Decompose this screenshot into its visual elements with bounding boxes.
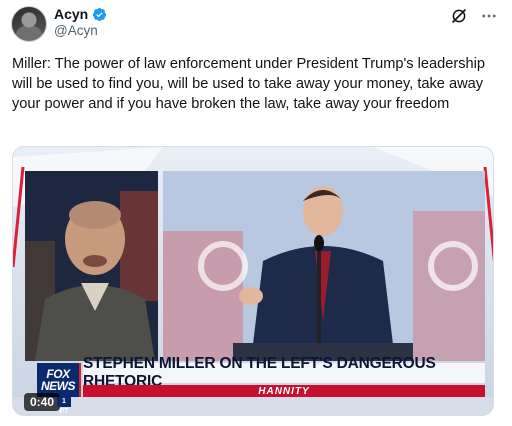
news-lower-third: FOX NEWS STEPHEN MILLER ON THE LEFT'S DA… bbox=[37, 355, 485, 397]
video-time-code: 0:40 bbox=[24, 393, 61, 411]
verified-badge-icon bbox=[93, 7, 107, 21]
author-handle[interactable]: @Acyn bbox=[54, 23, 98, 38]
grok-icon[interactable] bbox=[450, 7, 468, 25]
tweet-card[interactable]: Acyn @Acyn Miller: The power of law enfo… bbox=[0, 0, 512, 426]
author-name-row: Acyn bbox=[54, 6, 107, 22]
show-name: HANNITY bbox=[83, 385, 485, 397]
guest-video-panel bbox=[25, 171, 158, 361]
fox-news-logo: FOX NEWS bbox=[37, 363, 81, 397]
fox-logo-line-2: NEWS bbox=[41, 379, 76, 393]
video-player[interactable]: FOX NEWS STEPHEN MILLER ON THE LEFT'S DA… bbox=[12, 146, 494, 416]
tweet-text: Miller: The power of law enforcement und… bbox=[12, 56, 485, 112]
speaker-person-image bbox=[163, 171, 485, 361]
news-headline: STEPHEN MILLER ON THE LEFT'S DANGEROUS R… bbox=[83, 355, 485, 390]
time-zone-badge: 1 PT bbox=[57, 397, 71, 415]
avatar[interactable] bbox=[11, 6, 47, 42]
speaker-video-panel bbox=[163, 171, 485, 361]
guest-person-image bbox=[25, 171, 158, 361]
tweet-top-actions bbox=[450, 7, 498, 25]
more-icon[interactable] bbox=[480, 7, 498, 25]
author-display-name[interactable]: Acyn bbox=[54, 6, 88, 22]
